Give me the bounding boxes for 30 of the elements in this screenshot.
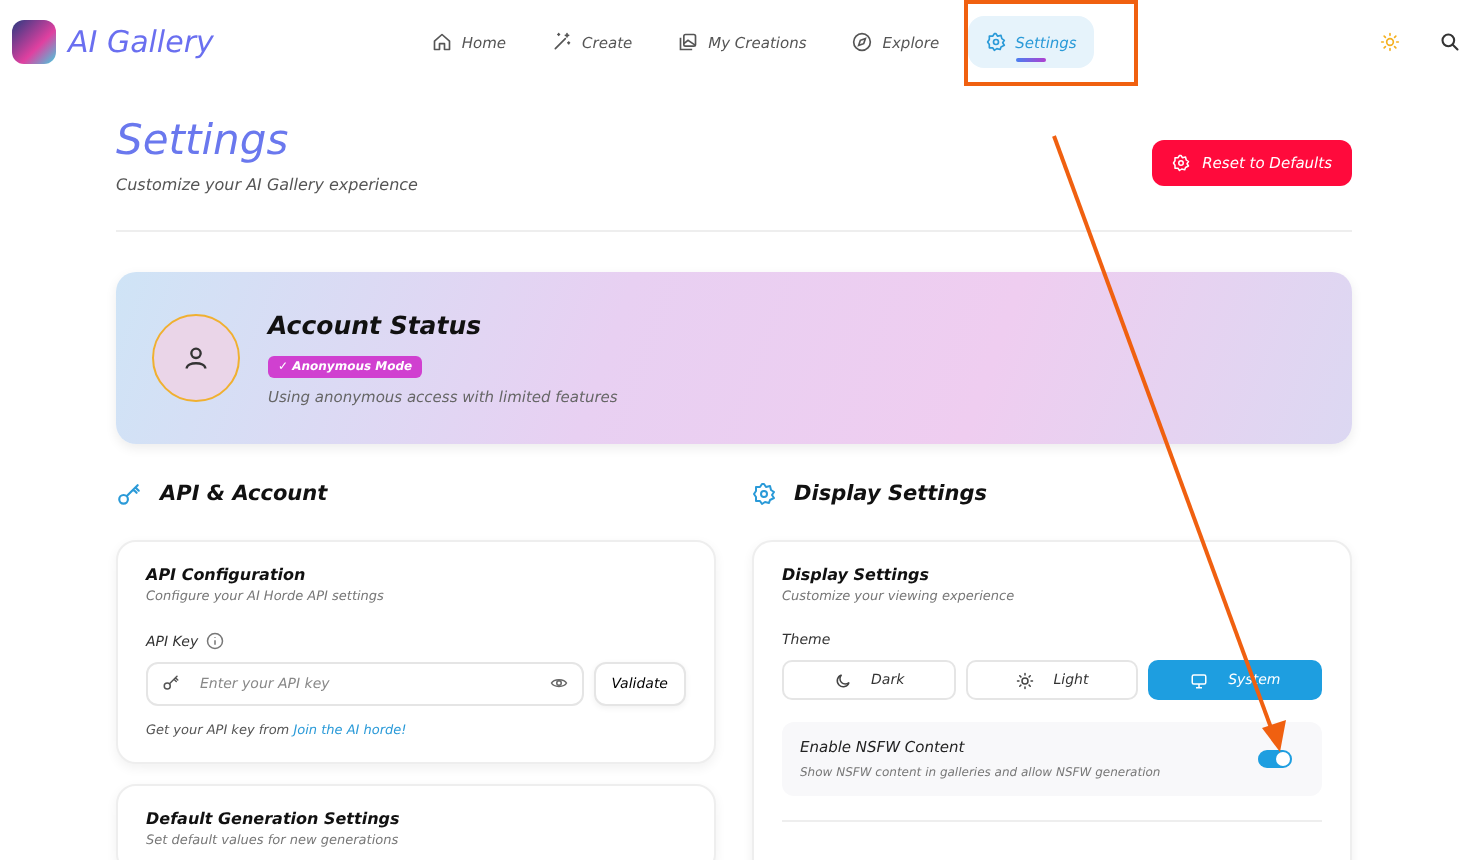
sun-icon: [1380, 32, 1400, 52]
page-subtitle: Customize your AI Gallery experience: [116, 176, 418, 194]
info-icon: [206, 632, 225, 650]
theme-toggle-button[interactable]: [1380, 32, 1400, 52]
monitor-icon: [1190, 671, 1209, 689]
section-heading: Display Settings: [794, 482, 988, 506]
sun-icon: [1015, 671, 1034, 689]
nsfw-toggle[interactable]: [1258, 750, 1292, 768]
settings-icon: [985, 32, 1006, 52]
home-icon: [431, 32, 452, 52]
wand-icon: [552, 32, 573, 52]
key-icon: [162, 674, 180, 692]
settings-icon: [752, 482, 776, 506]
eye-icon: [549, 674, 568, 692]
page-title: Settings: [116, 116, 291, 164]
card-title: Default Generation Settings: [146, 810, 402, 828]
app-logo: [12, 20, 56, 64]
search-button[interactable]: [1440, 32, 1460, 52]
app-name: AI Gallery: [68, 24, 214, 60]
user-icon: [182, 344, 210, 372]
compass-icon: [852, 32, 873, 52]
settings-icon: [1172, 154, 1191, 172]
search-icon: [1440, 32, 1460, 52]
account-title: Account Status: [268, 310, 484, 340]
card-title: API Configuration: [146, 566, 308, 584]
section-heading: API & Account: [160, 482, 328, 506]
moon-icon: [833, 671, 852, 689]
images-icon: [678, 32, 699, 52]
key-icon: [116, 481, 142, 507]
card-title: Display Settings: [782, 566, 932, 584]
